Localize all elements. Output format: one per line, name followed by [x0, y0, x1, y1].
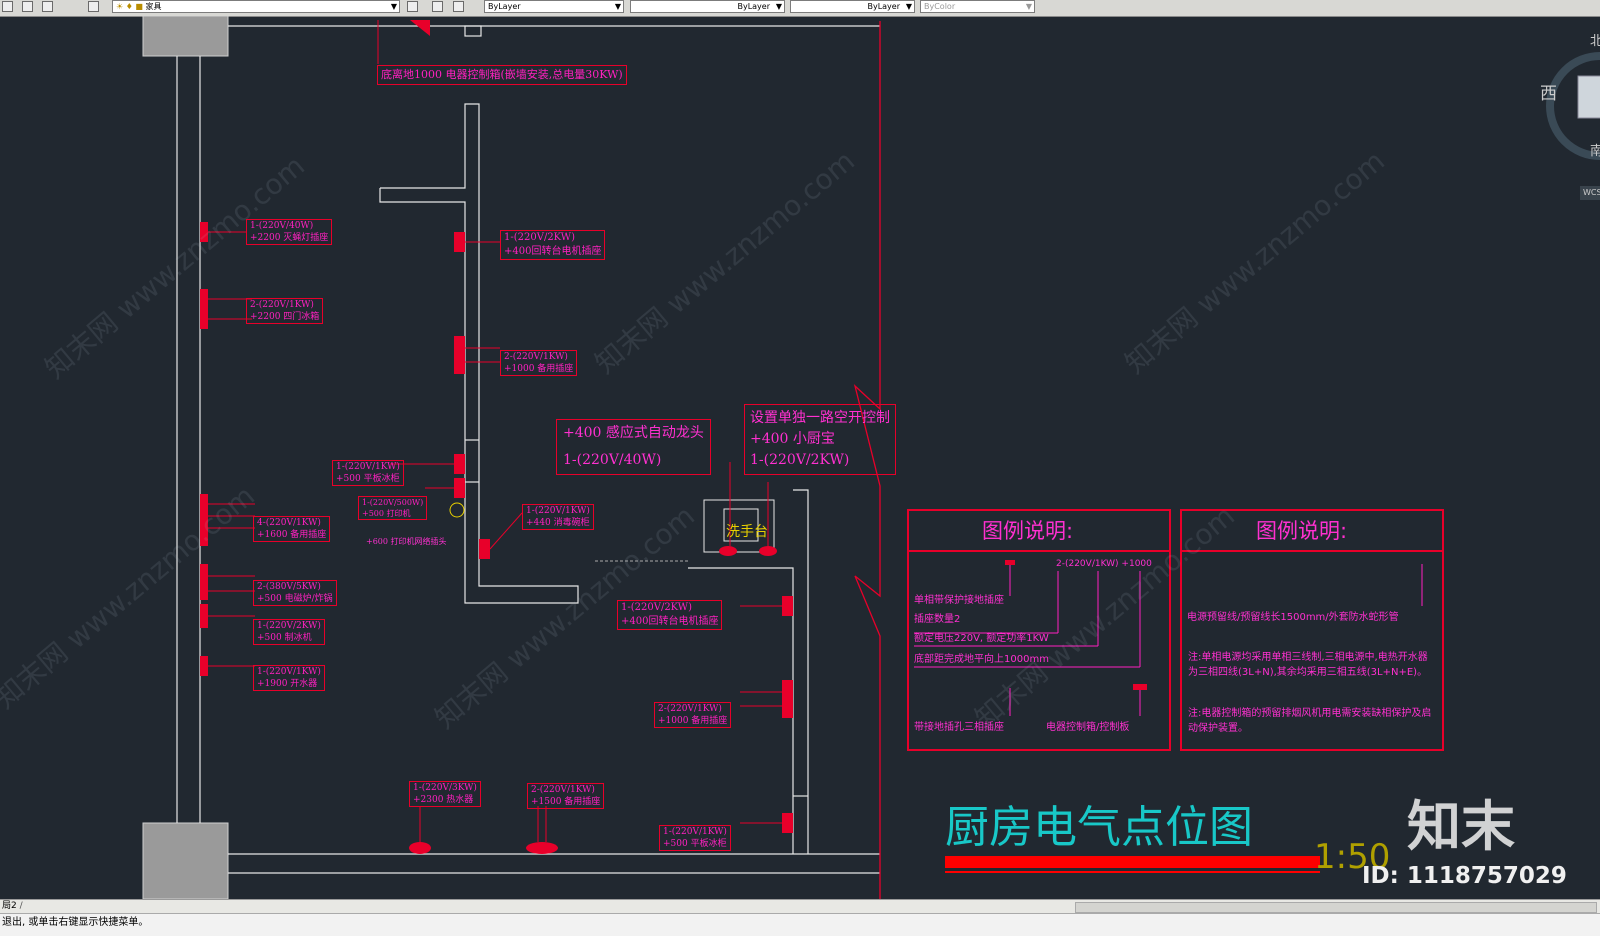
outlet-label: 2-(220V/1KW) +1000 备用插座: [654, 702, 732, 728]
water-heater-callout: 设置单独一路空开控制 +400 小厨宝 1-(220V/2KW): [744, 404, 896, 475]
outlet-label: 4-(220V/1KW) +1600 备用插座: [253, 516, 331, 542]
legend-box-1: [907, 509, 1171, 751]
layer-state-icon[interactable]: [42, 1, 53, 12]
network-outlet-symbol: [449, 502, 465, 518]
outlet-label: 1-(220V/1KW) +1900 开水器: [253, 665, 325, 691]
layer-previous-icon[interactable]: [432, 1, 443, 12]
layer-tool-icon[interactable]: [2, 1, 13, 12]
column-bottom: [142, 822, 229, 899]
layer-properties-icon[interactable]: [88, 1, 99, 12]
outlet-label: 1-(220V/2KW) +400回转台电机插座: [500, 230, 606, 260]
linetype-dropdown[interactable]: ByLayer ▼: [630, 0, 785, 13]
outlet-label: 1-(220V/1KW) +440 消毒碗柜: [522, 504, 594, 530]
legend-1-spec: 2-(220V/1KW) +1000: [1056, 559, 1152, 569]
viewcube-face: [1577, 75, 1600, 119]
outlet-label: 1-(220V/500W) +500 打印机: [358, 496, 428, 520]
legend-2-note: 注:电器控制箱的预留排烟风机用电需安装缺相保护及启动保护装置。: [1188, 708, 1432, 734]
legend-1-item: 单相带保护接地插座: [914, 595, 1004, 606]
viewcube-south[interactable]: 南: [1590, 145, 1600, 158]
legend-2-title: 图例说明:: [1256, 519, 1348, 543]
viewcube-north[interactable]: 北: [1590, 35, 1600, 48]
viewcube-west[interactable]: 西: [1540, 86, 1557, 103]
lineweight-dropdown[interactable]: ByLayer ▼: [790, 0, 915, 13]
tab-layout2[interactable]: 局2: [0, 901, 17, 911]
legend-1-item: 带接地插孔三相插座: [914, 722, 1004, 733]
outlet-label: 1-(220V/1KW) +500 平板冰柜: [332, 460, 404, 486]
outlet-label: 1-(220V/40W) +2200 灭蝇灯插座: [246, 219, 333, 245]
control-box-label: 底离地1000 电器控制箱(嵌墙安装,总电量30KW): [377, 65, 627, 85]
legend-1-item: 底部距完成地平向上1000mm: [914, 654, 1049, 665]
legend-1-item: 额定电压220V, 额定功率1KW: [914, 633, 1049, 644]
legend-1-title: 图例说明:: [982, 519, 1074, 543]
title-underline: [945, 856, 1320, 868]
layer-dropdown[interactable]: ☀ ♦ ■ 家具 ▼: [112, 0, 400, 13]
properties-toolbar: ☀ ♦ ■ 家具 ▼ ByLayer ▼ ByLayer ▼ ByLayer ▼ ByC…: [0, 0, 1600, 17]
horizontal-scrollbar[interactable]: [1075, 902, 1597, 913]
outlet-label: 1-(220V/1KW) +500 平板冰柜: [659, 825, 731, 851]
image-id: ID: 1118757029: [1362, 863, 1567, 889]
color-dropdown[interactable]: ByLayer ▼: [484, 0, 624, 13]
outlet-label: 1-(220V/3KW) +2300 热水器: [409, 781, 481, 807]
legend-2-line: 电源预留线/预留线长1500mm/外套防水蛇形管: [1187, 612, 1399, 623]
layer-isolate-icon[interactable]: [453, 1, 464, 12]
outlet-label: 1-(220V/2KW) +400回转台电机插座: [617, 600, 723, 630]
outlet-label: 1-(220V/2KW) +500 制冰机: [253, 619, 325, 645]
legend-1-item: 插座数量2: [914, 614, 961, 625]
outlet-label: 2-(380V/5KW) +500 电磁炉/炸锅: [253, 580, 337, 606]
drawing-title: 厨房电气点位图: [945, 802, 1253, 853]
plotstyle-dropdown[interactable]: ByColor ▼: [920, 0, 1035, 13]
outlet-label: 2-(220V/1KW) +2200 四门冰箱: [246, 298, 324, 324]
brand-logo: 知末: [1407, 795, 1515, 858]
faucet-callout: +400 感应式自动龙头 1-(220V/40W): [556, 419, 711, 475]
legend-1-item: 电器控制箱/控制板: [1046, 722, 1130, 733]
printer-network-label: +600 打印机网络插头: [366, 537, 447, 546]
gear-icon[interactable]: [22, 1, 33, 12]
outlet-label: 2-(220V/1KW) +1000 备用插座: [500, 350, 578, 376]
legend-2-note: 注:单相电源均采用单相三线制,三相电源中,电热开水器为三相四线(3L+N),其余…: [1188, 652, 1428, 678]
outlet-label: 2-(220V/1KW) +1500 备用插座: [527, 783, 605, 809]
control-box-symbol: [410, 20, 430, 36]
layout-tab-bar: 局2 / ‹: [0, 899, 1600, 914]
drawing-canvas[interactable]: 知末网 www.znzmo.com 知末网 www.znzmo.com 知末网 …: [0, 16, 1600, 899]
command-line[interactable]: 退出, 或单击右键显示快捷菜单。: [0, 913, 1600, 936]
sink-label: 洗手台: [726, 524, 768, 540]
match-layer-icon[interactable]: [407, 1, 418, 12]
column-top: [142, 16, 229, 57]
wcs-button[interactable]: WCS: [1580, 186, 1600, 200]
